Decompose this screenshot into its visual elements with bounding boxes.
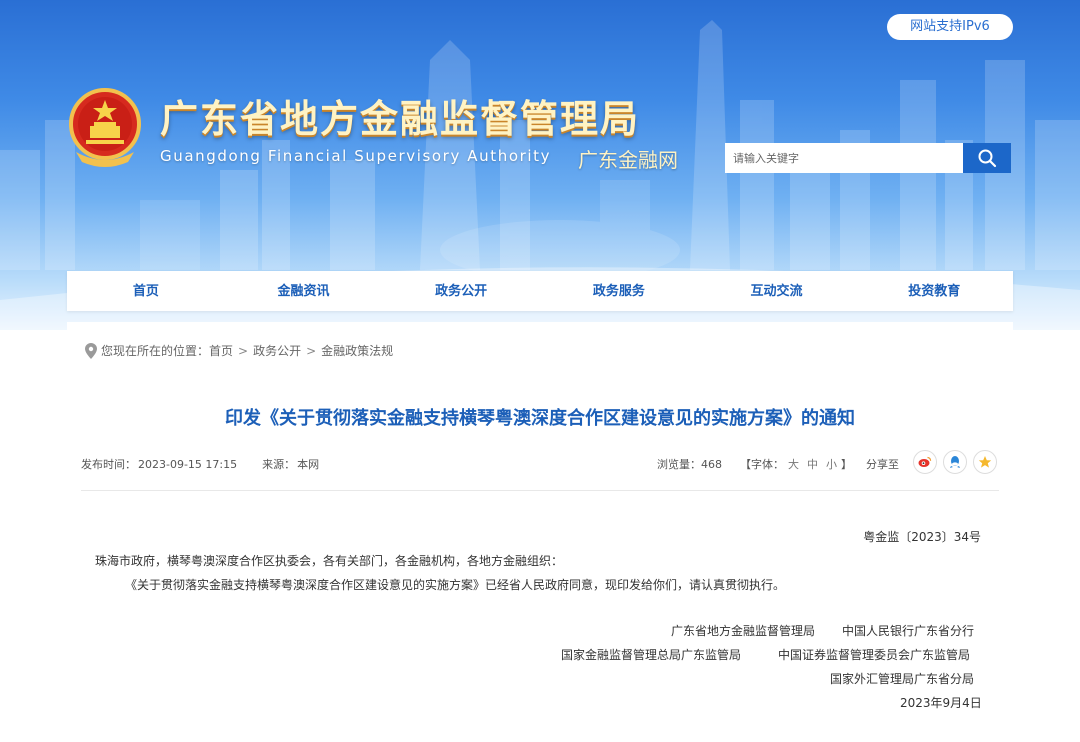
document-number: 粤金监〔2023〕34号 <box>863 530 981 544</box>
main-navigation: 首页 金融资讯 政务公开 政务服务 互动交流 投资教育 <box>67 271 1013 311</box>
document-salutation: 珠海市政府，横琴粤澳深度合作区执委会，各有关部门，各金融机构，各地方金融组织： <box>95 554 564 568</box>
signatory-nfra-guangdong: 国家金融监督管理总局广东监管局 <box>561 648 742 662</box>
nav-item-investor-education[interactable]: 投资教育 <box>855 271 1013 311</box>
nav-item-government-services[interactable]: 政务服务 <box>540 271 698 311</box>
article-meta-left: 发布时间： 2023-09-15 17:15 来源： 本网 <box>81 456 321 472</box>
document-date: 2023年9月4日 <box>900 696 982 710</box>
views-label: 浏览量： <box>657 458 701 471</box>
location-pin-icon <box>85 342 97 359</box>
breadcrumb-prefix: 您现在所在的位置： <box>101 344 210 358</box>
article-meta-right: 浏览量： 468 【字体： 大 中 小 】 分享至 <box>657 456 899 472</box>
nav-item-financial-news[interactable]: 金融资讯 <box>225 271 383 311</box>
meta-divider <box>81 490 999 491</box>
source-label: 来源： <box>262 458 296 471</box>
source-value: 本网 <box>297 458 320 471</box>
views-count: 468 <box>701 457 722 471</box>
font-size-close: 】 <box>841 458 852 471</box>
breadcrumb-separator: > <box>306 343 317 358</box>
ipv6-support-button[interactable]: 网站支持IPv6 <box>887 14 1013 40</box>
font-size-label: 【字体： <box>740 458 784 471</box>
qzone-icon[interactable] <box>973 450 997 474</box>
article-card: 您现在所在的位置： 首页 > 政务公开 > 金融政策法规 印发《关于贯彻落实金融… <box>67 322 1013 742</box>
breadcrumb-link-home[interactable]: 首页 <box>209 342 233 359</box>
weibo-icon[interactable] <box>913 450 937 474</box>
signatory-csrc-guangdong: 中国证券监督管理委员会广东监管局 <box>778 648 971 662</box>
font-size-large-button[interactable]: 大 <box>788 456 799 472</box>
breadcrumb-link-financial-policy[interactable]: 金融政策法规 <box>321 342 393 359</box>
document-body: 《关于贯彻落实金融支持横琴粤澳深度合作区建设意见的实施方案》已经省人民政府同意，… <box>125 578 786 592</box>
article-title: 印发《关于贯彻落实金融支持横琴粤澳深度合作区建设意见的实施方案》的通知 <box>225 408 855 429</box>
font-size-small-button[interactable]: 小 <box>826 456 837 472</box>
search-input[interactable] <box>725 143 963 173</box>
nav-item-interaction[interactable]: 互动交流 <box>698 271 856 311</box>
breadcrumb-link-government-affairs[interactable]: 政务公开 <box>253 342 301 359</box>
national-emblem-logo <box>69 88 141 167</box>
search-button[interactable] <box>963 143 1011 173</box>
publish-time: 2023-09-15 17:15 <box>138 458 238 471</box>
nav-item-government-affairs[interactable]: 政务公开 <box>382 271 540 311</box>
site-subtitle-chinese: 广东金融网 <box>578 148 678 172</box>
signatory-guangdong-financial-bureau: 广东省地方金融监督管理局 <box>671 624 816 638</box>
share-label: 分享至 <box>866 458 899 471</box>
site-subtitle-english: Guangdong Financial Supervisory Authorit… <box>160 147 552 165</box>
qq-icon[interactable] <box>943 450 967 474</box>
signatory-safe-guangdong: 国家外汇管理局广东省分局 <box>830 672 975 686</box>
share-icons <box>913 450 997 474</box>
publish-time-label: 发布时间： <box>81 458 136 471</box>
signatory-pboc-guangdong: 中国人民银行广东省分行 <box>842 624 975 638</box>
site-title: 广东省地方金融监督管理局 <box>160 97 641 141</box>
breadcrumb-separator: > <box>238 343 249 358</box>
font-size-medium-button[interactable]: 中 <box>807 456 818 472</box>
breadcrumb: 您现在所在的位置： 首页 > 政务公开 > 金融政策法规 <box>85 342 393 359</box>
search-icon <box>978 149 997 168</box>
nav-item-home[interactable]: 首页 <box>67 271 225 311</box>
